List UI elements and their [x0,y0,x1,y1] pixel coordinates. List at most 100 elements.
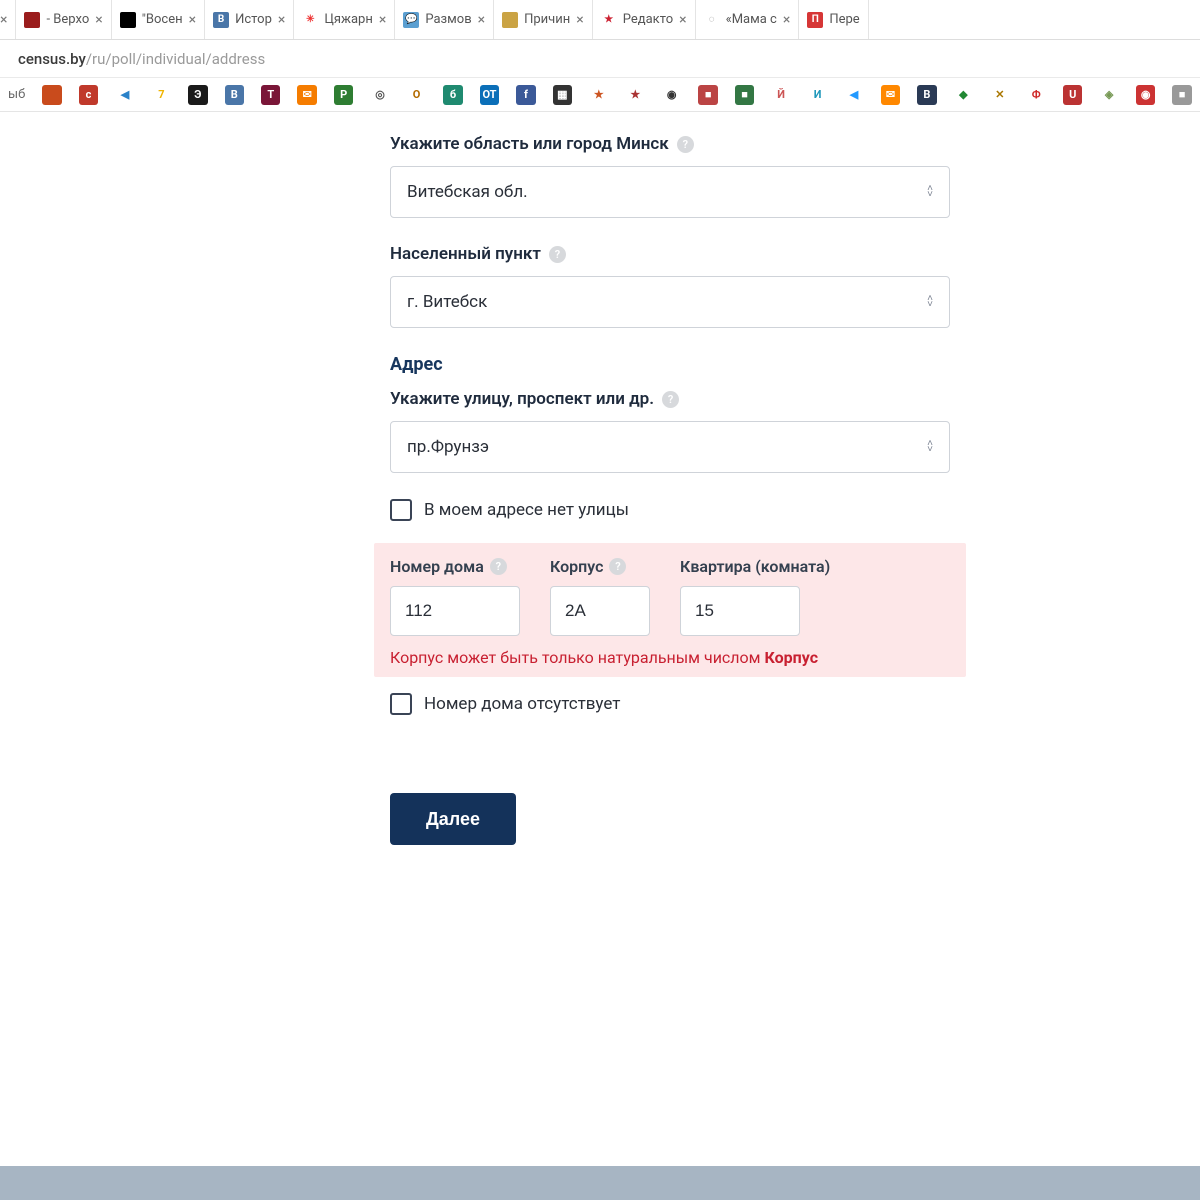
bookmark-icon[interactable]: с [79,85,98,105]
close-icon[interactable]: × [783,12,790,28]
bookmark-icon[interactable]: ■ [735,85,754,105]
bookmark-icon[interactable]: ✉ [881,85,900,105]
checkbox-label: Номер дома отсутствует [424,694,620,714]
bookmark-icon[interactable]: Т [261,85,280,105]
help-icon[interactable] [662,391,679,408]
close-icon[interactable]: × [189,12,196,28]
close-icon[interactable]: × [0,12,7,28]
close-icon[interactable]: × [278,12,285,28]
browser-tab-strip: × - Верхо × "Восен × В Истор × ✳ Цяжарн … [0,0,1200,40]
bookmark-icon[interactable]: 7 [152,85,171,105]
apartment-label: Квартира (комната) [680,557,830,576]
help-icon[interactable] [549,246,566,263]
bookmark-icon[interactable]: О [407,85,426,105]
tab[interactable]: 💬 Размов × [395,0,494,39]
bookmark-icon[interactable]: ◎ [370,85,389,105]
close-icon[interactable]: × [95,12,102,28]
bookmark-icon[interactable]: ◈ [1099,85,1118,105]
tab[interactable]: ◌ «Мама с × [696,0,800,39]
bookmark-icon[interactable] [42,85,61,105]
close-icon[interactable]: × [379,12,386,28]
label-text: Корпус [550,557,603,576]
help-icon[interactable] [609,558,626,575]
locality-select[interactable]: г. Витебск ˄˅ [390,276,950,328]
tab[interactable]: В Истор × [205,0,294,39]
tab-title: - Верхо [46,12,89,27]
favicon-icon [120,12,136,28]
bookmark-icon[interactable]: ✉ [297,85,316,105]
close-icon[interactable]: × [478,12,485,28]
bookmark-icon[interactable]: Э [188,85,207,105]
label-text: Укажите улицу, проспект или др. [390,389,654,409]
bookmark-icon[interactable]: ✕ [990,85,1009,105]
bookmark-icon[interactable]: ◀ [115,85,134,105]
bookmark-item[interactable]: ыб [8,87,25,102]
tab[interactable]: ★ Редакто × [593,0,696,39]
tab[interactable]: Причин × [494,0,593,39]
bookmark-icon[interactable]: ◆ [954,85,973,105]
address-section-title: Адрес [390,354,950,375]
tab[interactable]: - Верхо × [16,0,111,39]
bookmark-icon[interactable]: ОТ [480,85,499,105]
tab-active[interactable]: П Пере [799,0,868,39]
bookmark-icon[interactable]: ▦ [553,85,572,105]
bookmark-icon[interactable]: f [516,85,535,105]
tab[interactable]: "Восен × [112,0,205,39]
next-button[interactable]: Далее [390,793,516,845]
korpus-input[interactable] [550,586,650,636]
locality-label: Населенный пункт [390,244,950,264]
favicon-icon: ◌ [704,12,720,28]
error-block: Номер дома Корпус Квартира (комната) [374,543,966,677]
bookmark-icon[interactable]: б [443,85,462,105]
bookmark-icon[interactable]: B [917,85,936,105]
apartment-input[interactable] [680,586,800,636]
chevron-updown-icon: ˄˅ [927,441,933,453]
tab-title: Истор [235,12,272,27]
favicon-icon: ★ [601,12,617,28]
label-text: Номер дома [390,557,484,576]
no-house-checkbox-row[interactable]: Номер дома отсутствует [390,693,950,715]
bookmark-icon[interactable]: Ф [1027,85,1046,105]
region-select[interactable]: Витебская обл. ˄˅ [390,166,950,218]
bookmark-icon[interactable]: В [225,85,244,105]
tab[interactable]: × [0,0,16,39]
bookmark-icon[interactable]: ◉ [1136,85,1155,105]
checkbox[interactable] [390,499,412,521]
tab-title: Редакто [623,12,673,27]
bookmark-icon[interactable]: ■ [698,85,717,105]
close-icon[interactable]: × [679,12,686,28]
region-label: Укажите область или город Минск [390,134,950,154]
tab-title: Причин [524,12,570,27]
close-icon[interactable]: × [576,12,583,28]
select-value: Витебская обл. [407,182,528,202]
bookmark-icon[interactable]: ★ [589,85,608,105]
bookmark-icon[interactable]: Й [771,85,790,105]
select-value: пр.Фрунзэ [407,437,489,457]
bookmark-icon[interactable]: U [1063,85,1082,105]
house-input[interactable] [390,586,520,636]
error-text-bold: Корпус [765,648,819,667]
bookmark-icon[interactable]: ◉ [662,85,681,105]
error-text-main: Корпус может быть только натуральным чис… [390,648,761,667]
house-field: Номер дома [390,557,520,636]
checkbox[interactable] [390,693,412,715]
bookmark-icon[interactable]: ◀ [844,85,863,105]
korpus-field: Корпус [550,557,650,636]
street-select[interactable]: пр.Фрунзэ ˄˅ [390,421,950,473]
help-icon[interactable] [677,136,694,153]
house-label: Номер дома [390,557,520,576]
favicon-icon: П [807,12,823,28]
favicon-icon: В [213,12,229,28]
tab-title: Цяжарн [324,12,372,27]
bookmark-icon[interactable]: ■ [1172,85,1191,105]
url-bar[interactable]: census.by/ru/poll/individual/address [0,40,1200,78]
help-icon[interactable] [490,558,507,575]
tab[interactable]: ✳ Цяжарн × [294,0,395,39]
bookmark-icon[interactable]: И [808,85,827,105]
tab-title: Размов [425,12,471,27]
bookmarks-bar: ыб с ◀ 7 Э В Т ✉ P ◎ О б ОТ f ▦ ★ ★ ◉ ■ … [0,78,1200,112]
bookmark-icon[interactable]: P [334,85,353,105]
bookmark-icon[interactable]: ★ [626,85,645,105]
no-street-checkbox-row[interactable]: В моем адресе нет улицы [390,499,950,521]
tab-title: Пере [829,12,859,27]
